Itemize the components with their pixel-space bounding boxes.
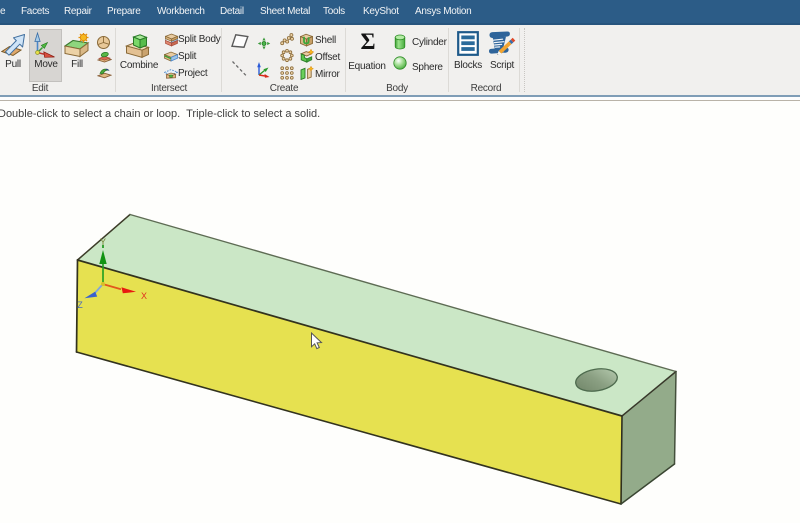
svg-text:Y: Y bbox=[100, 237, 106, 247]
svg-text:Z: Z bbox=[77, 300, 83, 310]
svg-text:X: X bbox=[141, 291, 147, 301]
